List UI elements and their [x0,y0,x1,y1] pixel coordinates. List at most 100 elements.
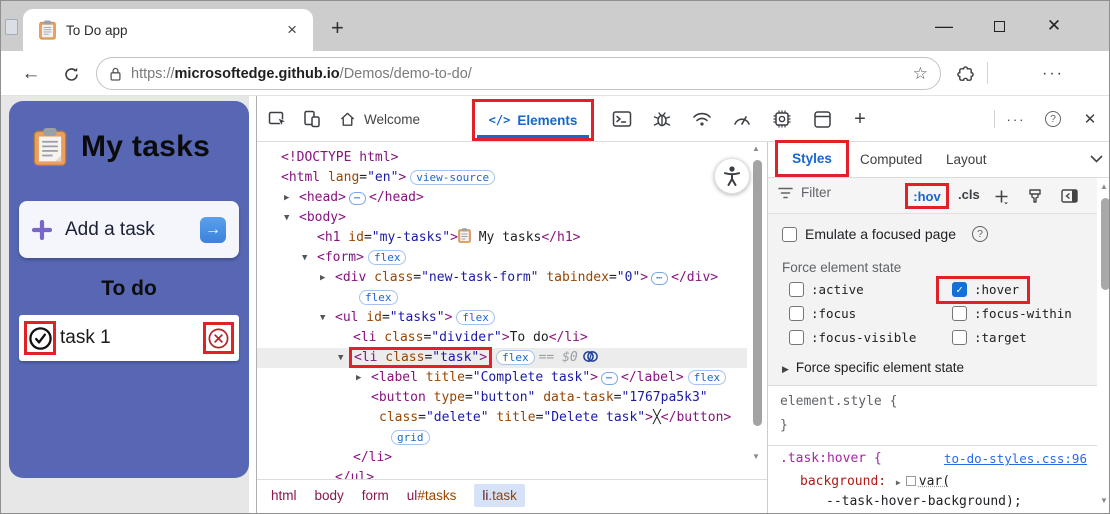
breadcrumb-item[interactable]: html [271,488,297,503]
performance-icon[interactable] [729,107,755,131]
customize-devtools-icon[interactable]: ··· [1003,107,1029,131]
layout-badge[interactable]: grid [391,430,430,445]
check-circle-icon[interactable] [28,326,53,351]
network-wifi-icon[interactable] [689,107,715,131]
add-task-form[interactable]: Add a task → [19,201,239,258]
expand-inline-icon[interactable]: ⋯ [348,192,366,205]
tab-actions-icon[interactable] [5,19,18,35]
scrollbar-thumb[interactable] [753,160,762,426]
toggle-pane-icon[interactable] [1058,186,1080,206]
tab-welcome[interactable]: Welcome [339,96,420,142]
tab-styles[interactable]: Styles [792,151,832,166]
tree-line[interactable]: class="delete" title="Delete task">╳</bu… [257,408,747,428]
force-specific-row[interactable]: ▶ Force specific element state [782,360,964,375]
tree-line[interactable]: <html lang="en"> view-source [257,168,747,188]
layout-badge[interactable]: flex [367,250,407,265]
layout-badge[interactable]: flex [687,370,727,385]
tree-line[interactable]: ▼ <li class="task"> flex == $0 [257,347,747,368]
css-rule-block[interactable]: .task:hover { to-do-styles.css:96 backgr… [768,446,1097,513]
scroll-down-icon[interactable]: ▼ [1100,496,1108,505]
layout-badge[interactable]: flex [496,350,535,365]
hov-toggle[interactable]: :hov [913,189,940,204]
filter-input[interactable]: Filter [778,185,831,200]
task-row[interactable]: task 1 [19,315,239,361]
emulate-focused-checkbox[interactable] [782,226,797,242]
help-icon[interactable]: ? [972,226,988,242]
tree-line[interactable]: <button type="button" data-task="1767pa5… [257,388,747,408]
cls-toggle[interactable]: .cls [958,187,980,202]
tab-elements[interactable]: </> Elements [475,102,591,138]
dom-tree-scrollbar[interactable]: ▲ ▼ [749,142,765,479]
element-style-block[interactable]: element.style { } [768,386,1097,446]
submit-arrow-icon[interactable]: → [200,216,226,243]
extensions-icon[interactable] [951,60,979,88]
delete-task-icon[interactable] [207,327,230,350]
settings-menu-icon[interactable]: ··· [1039,60,1067,88]
focus-visible-checkbox[interactable] [789,330,804,345]
color-swatch[interactable] [905,476,916,486]
tab-close-icon[interactable]: × [281,20,303,40]
address-bar[interactable]: https://microsoftedge.github.io/Demos/de… [96,57,941,90]
inspect-icon[interactable] [265,107,291,131]
tree-line[interactable]: ▼ <form> flex [257,248,747,268]
stylesheet-link[interactable]: to-do-styles.css:96 [944,451,1087,466]
tab-computed[interactable]: Computed [860,152,922,167]
tree-line[interactable]: <!DOCTYPE html> [257,148,747,168]
tree-line[interactable]: ▶ <head> ⋯ </head> [257,188,747,208]
expander-icon[interactable]: ▼ [302,248,307,268]
back-icon[interactable]: ← [17,60,45,88]
close-devtools-icon[interactable]: ✕ [1077,107,1103,131]
refresh-icon[interactable] [57,60,85,88]
expand-inline-icon[interactable]: ⋯ [601,372,619,385]
help-icon[interactable]: ? [1040,107,1066,131]
expander-icon[interactable]: ▶ [896,478,901,487]
chevron-down-icon[interactable] [1090,155,1103,163]
tree-line[interactable]: flex [257,288,747,308]
minimize-button[interactable]: — [921,1,967,51]
tree-line[interactable]: </ul> [257,468,747,479]
expand-inline-icon[interactable]: ⋯ [651,272,669,285]
format-brush-icon[interactable] [1024,186,1046,206]
expander-icon[interactable]: ▼ [320,308,325,328]
breadcrumb-item[interactable]: li.task [474,484,525,507]
expander-icon[interactable]: ▶ [320,268,325,288]
new-tab-button[interactable]: + [331,15,344,41]
tree-line[interactable]: </li> [257,448,747,468]
favorites-star-icon[interactable]: ☆ [913,64,928,84]
tree-line[interactable]: ▼ <ul id="tasks"> flex [257,308,747,328]
expander-icon[interactable]: ▼ [338,348,343,368]
scroll-down-icon[interactable]: ▼ [752,452,760,461]
tree-line[interactable]: grid [257,428,747,448]
tree-line[interactable]: ▼ <body> [257,208,747,228]
window-close-button[interactable]: ✕ [1031,1,1077,51]
tree-line[interactable]: ▶ <div class="new-task-form" tabindex="0"… [257,268,747,288]
active-checkbox[interactable] [789,282,804,297]
tab-layout[interactable]: Layout [946,152,987,167]
expander-icon[interactable]: ▼ [284,208,289,228]
console-icon[interactable] [609,107,635,131]
new-style-rule-icon[interactable] [990,186,1012,206]
application-icon[interactable] [809,107,835,131]
more-tools-plus-icon[interactable]: + [847,107,873,131]
target-checkbox[interactable] [952,330,967,345]
browser-tab[interactable]: To Do app × [23,9,313,51]
scrollbar-thumb[interactable] [1101,198,1109,290]
accessibility-person-icon[interactable] [714,158,750,194]
breadcrumb-item[interactable]: ul#tasks [407,488,457,503]
focus-within-checkbox[interactable] [952,306,967,321]
expander-icon[interactable]: ▶ [356,368,361,388]
device-emulation-icon[interactable] [299,107,325,131]
scroll-up-icon[interactable]: ▲ [1100,182,1108,191]
layout-badge[interactable]: flex [359,290,398,305]
focus-checkbox[interactable] [789,306,804,321]
memory-chip-icon[interactable] [769,107,795,131]
breadcrumb-item[interactable]: form [362,488,389,503]
breadcrumb-item[interactable]: body [315,488,344,503]
tree-line[interactable]: <h1 id="my-tasks"> My tasks</h1> [257,228,747,248]
tree-line[interactable]: <li class="divider">To do</li> [257,328,747,348]
layout-badge[interactable]: flex [456,310,495,325]
debugger-bug-icon[interactable] [649,107,675,131]
expander-icon[interactable]: ▶ [284,188,289,208]
add-task-label[interactable]: Add a task [65,219,200,241]
maximize-button[interactable] [976,1,1022,51]
